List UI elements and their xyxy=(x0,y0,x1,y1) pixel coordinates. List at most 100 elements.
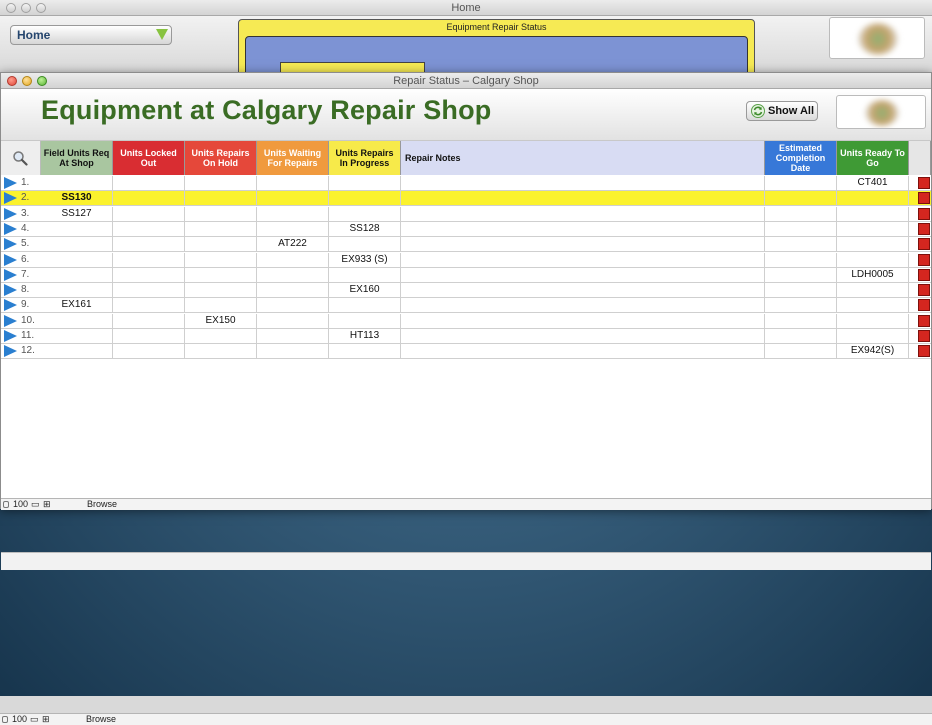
zoom-out-icon[interactable]: ▭ xyxy=(31,499,40,510)
table-cell[interactable] xyxy=(257,283,329,299)
table-cell[interactable] xyxy=(401,267,765,283)
delete-row-icon[interactable] xyxy=(918,345,930,358)
column-header-2[interactable]: Units Repairs On Hold xyxy=(185,141,257,175)
table-cell[interactable] xyxy=(257,252,329,268)
table-cell[interactable] xyxy=(765,283,837,299)
delete-row-icon[interactable] xyxy=(918,238,930,251)
table-cell[interactable] xyxy=(41,237,113,253)
table-cell[interactable] xyxy=(257,176,329,191)
table-row[interactable]: 12. EX942(S) xyxy=(1,344,931,360)
triangle-right-icon[interactable] xyxy=(4,207,17,220)
table-cell[interactable] xyxy=(41,313,113,329)
table-cell[interactable] xyxy=(765,237,837,253)
zoom-level[interactable]: 100 xyxy=(12,714,27,725)
table-row[interactable]: 8. EX160 xyxy=(1,283,931,299)
delete-row-icon[interactable] xyxy=(918,284,930,297)
table-cell[interactable] xyxy=(113,176,185,191)
table-row[interactable]: 9. EX161 xyxy=(1,298,931,314)
table-cell[interactable] xyxy=(329,237,401,253)
home-close-button[interactable] xyxy=(6,3,16,13)
table-cell[interactable] xyxy=(185,206,257,222)
table-cell[interactable] xyxy=(765,176,837,191)
triangle-right-icon[interactable] xyxy=(4,268,17,281)
zoom-level[interactable]: 100 xyxy=(13,499,28,510)
table-cell[interactable] xyxy=(113,267,185,283)
table-cell[interactable] xyxy=(765,298,837,314)
table-cell[interactable] xyxy=(329,298,401,314)
column-header-7[interactable]: Units Ready To Go xyxy=(837,141,909,175)
triangle-right-icon[interactable] xyxy=(4,299,17,312)
table-cell[interactable] xyxy=(41,283,113,299)
equipment-repair-status-panel[interactable]: Equipment Repair Status xyxy=(238,19,755,86)
triangle-right-icon[interactable] xyxy=(4,314,17,327)
table-cell[interactable]: EX150 xyxy=(185,313,257,329)
search-icon[interactable] xyxy=(12,150,28,166)
delete-row-icon[interactable] xyxy=(918,253,930,266)
table-cell[interactable] xyxy=(401,344,765,360)
table-row[interactable]: 2. SS130 xyxy=(1,191,931,207)
table-cell[interactable] xyxy=(329,313,401,329)
table-cell[interactable] xyxy=(765,344,837,360)
table-cell[interactable] xyxy=(257,206,329,222)
table-cell[interactable] xyxy=(837,237,909,253)
home-minimize-button[interactable] xyxy=(21,3,31,13)
home-zoom-button[interactable] xyxy=(36,3,46,13)
table-cell[interactable] xyxy=(41,176,113,191)
table-cell[interactable] xyxy=(185,191,257,207)
table-cell[interactable]: AT222 xyxy=(257,237,329,253)
delete-row-icon[interactable] xyxy=(918,207,930,220)
table-cell[interactable] xyxy=(113,329,185,344)
table-cell[interactable] xyxy=(185,252,257,268)
lock-icon[interactable] xyxy=(3,501,9,508)
table-cell[interactable] xyxy=(113,191,185,207)
table-cell[interactable] xyxy=(113,313,185,329)
triangle-right-icon[interactable] xyxy=(4,345,17,358)
column-header-0[interactable]: Field Units Req At Shop xyxy=(41,141,113,175)
table-cell[interactable] xyxy=(401,191,765,207)
table-cell[interactable] xyxy=(401,298,765,314)
triangle-right-icon[interactable] xyxy=(4,222,17,235)
home-nav-dropdown[interactable]: Home xyxy=(10,25,172,45)
table-cell[interactable] xyxy=(257,191,329,207)
delete-row-icon[interactable] xyxy=(918,192,930,205)
column-header-6[interactable]: Estimated Completion Date xyxy=(765,141,837,175)
zoom-in-icon[interactable]: ⊞ xyxy=(43,499,51,510)
delete-row-icon[interactable] xyxy=(918,222,930,235)
table-cell[interactable]: EX933 (S) xyxy=(329,252,401,268)
table-cell[interactable] xyxy=(257,329,329,344)
table-cell[interactable] xyxy=(329,344,401,360)
lock-icon[interactable] xyxy=(2,716,8,723)
table-cell[interactable] xyxy=(185,298,257,314)
table-cell[interactable]: EX161 xyxy=(41,298,113,314)
table-cell[interactable] xyxy=(257,221,329,237)
table-cell[interactable]: LDH0005 xyxy=(837,267,909,283)
delete-row-icon[interactable] xyxy=(918,330,930,342)
delete-row-icon[interactable] xyxy=(918,299,930,312)
table-cell[interactable] xyxy=(401,176,765,191)
table-row[interactable]: 1. CT401 xyxy=(1,176,931,191)
show-all-button[interactable]: Show All xyxy=(746,101,818,121)
delete-row-icon[interactable] xyxy=(918,268,930,281)
column-header-5[interactable]: Repair Notes xyxy=(401,141,765,175)
table-cell[interactable] xyxy=(401,221,765,237)
table-cell[interactable] xyxy=(765,267,837,283)
table-cell[interactable] xyxy=(765,252,837,268)
table-row[interactable]: 5. AT222 xyxy=(1,237,931,253)
table-cell[interactable] xyxy=(41,329,113,344)
table-cell[interactable] xyxy=(837,298,909,314)
table-cell[interactable] xyxy=(837,329,909,344)
table-cell[interactable] xyxy=(185,221,257,237)
table-row[interactable]: 6. EX933 (S) xyxy=(1,252,931,268)
table-cell[interactable] xyxy=(257,267,329,283)
table-cell[interactable] xyxy=(401,237,765,253)
triangle-right-icon[interactable] xyxy=(4,177,17,189)
table-cell[interactable] xyxy=(401,206,765,222)
table-cell[interactable] xyxy=(41,252,113,268)
table-cell[interactable] xyxy=(185,267,257,283)
table-row[interactable]: 7. LDH0005 xyxy=(1,267,931,283)
delete-row-icon[interactable] xyxy=(918,314,930,327)
table-cell[interactable] xyxy=(329,206,401,222)
table-cell[interactable] xyxy=(185,329,257,344)
table-cell[interactable]: EX942(S) xyxy=(837,344,909,360)
triangle-right-icon[interactable] xyxy=(4,238,17,251)
